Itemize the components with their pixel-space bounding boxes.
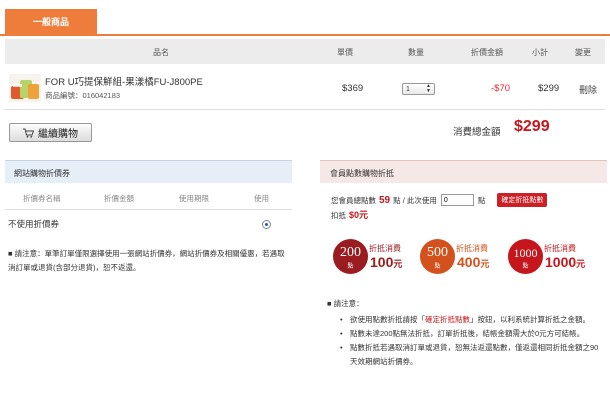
badge-unit: 點 [347,264,354,270]
continue-shopping-label: 繼續購物 [38,129,78,140]
confirm-points-button[interactable]: 確定折抵點數 [497,193,548,207]
coupon-note: ■ 請注意：單筆訂單僅限選擇使用一張網站折價券，網站折價券及相關優惠，若遇取消訂… [8,249,285,272]
note-highlight: 確定折抵點數 [425,315,470,324]
badge-points: 500 [427,245,448,260]
points-note-item: 欲使用點數折抵請按「確定折抵點數」按鈕，以利系統計算折抵之金額。 [338,313,604,327]
no-coupon-row: 不使用折價券 [5,213,292,233]
column-discount: 折價金額 [471,48,503,57]
no-coupon-label: 不使用折價券 [8,219,60,229]
points-badge-500: 500 點 折抵消費 400元 [420,239,502,274]
tab-bar: 一般商品 [0,0,610,36]
cart-item-row: FOR U巧提保鮮組-果漾橘FU-J800PE 商品編號：016042183 $… [5,66,605,110]
points-deduct-line: 扣抵 $0元 [331,208,368,221]
badge-value-unit: 元 [576,259,586,269]
badge-value: 1000元 [545,254,585,270]
unit-price: $369 [342,83,364,94]
deduct-amount: $0元 [349,210,369,220]
product-name[interactable]: FOR U巧提保鮮組-果漾橘FU-J800PE [45,74,203,88]
cart-table-header: 品名 單價 數量 折價金額 小計 變更 [5,39,605,64]
coupon-section-title: 網站購物折價券 [14,169,70,178]
badge-circle: 200 點 [333,239,368,274]
deduct-label: 扣抵 [331,211,346,220]
badge-label: 折抵消費 [456,244,488,253]
badge-value: 100元 [370,254,402,270]
column-price: 單價 [337,48,353,57]
column-name: 品名 [153,48,169,57]
coupon-col-amount: 折價金額 [104,194,134,203]
points-input[interactable] [440,194,474,206]
note-text: 欲使用點數折抵請按「 [350,315,425,324]
badge-value-number: 100 [370,254,394,270]
badge-value-unit: 元 [393,259,403,269]
badge-unit: 點 [522,264,529,270]
points-input-suffix: 點 [477,195,486,205]
badge-label: 折抵消費 [544,244,576,253]
tab-general-products[interactable]: 一般商品 [5,9,97,36]
badge-points: 1000 [513,246,538,260]
points-badge-200: 200 點 折抵消費 100元 [333,239,415,274]
points-usage-line: 您會員總點數 59 點 / 此次使用 點 確定折抵點數 [331,193,548,207]
quantity-value: 1 [406,85,410,93]
points-note-item: 點數折抵若遇取消訂單或退貨，恕無法返還點數，僅返還相同折抵金額之90天效期網站折… [338,341,604,369]
points-note-list: 欲使用點數折抵請按「確定折抵點數」按鈕，以利系統計算折抵之金額。 點數未達200… [338,313,604,369]
points-total-suffix: 點 / 此次使用 [393,195,437,205]
total-label: 消費總金額 [453,127,501,138]
chevron-updown-icon: ▲ ▼ [426,83,431,94]
badge-circle: 1000 點 [508,239,543,274]
coupon-table-header: 折價券名稱 折價金額 使用期限 使用 [5,183,292,210]
product-thumbnail[interactable] [9,74,41,102]
badge-value-unit: 元 [480,259,490,269]
coupon-col-use: 使用 [254,194,269,203]
points-note-item: 點數未達200點無法折抵，訂單折抵後，結帳金額需大於0元方可結帳。 [338,327,604,341]
coupon-col-name: 折價券名稱 [23,194,61,203]
points-section-header: 會員點數購物折抵 [320,160,607,183]
points-badge-1000: 1000 點 折抵消費 1000元 [508,239,604,274]
badge-label: 折抵消費 [369,244,401,253]
coupon-col-period: 使用期限 [179,194,209,203]
quantity-select[interactable]: 1 ▲ ▼ [402,83,435,95]
continue-shopping-button[interactable]: 繼續購物 [9,123,92,142]
points-total-prefix: 您會員總點數 [331,195,376,205]
discount-amount: -$70 [491,83,511,94]
product-code: 商品編號：016042183 [45,91,121,100]
column-change: 變更 [575,48,591,57]
column-subtotal: 小計 [532,48,548,57]
badge-value: 400元 [457,254,489,270]
points-section-title: 會員點數購物折抵 [330,169,394,178]
total-amount: $299 [514,118,550,135]
subtotal-amount: $299 [538,83,560,94]
badge-unit: 點 [434,264,441,270]
badge-circle: 500 點 [420,239,455,274]
column-qty: 數量 [408,48,424,57]
points-total-value: 59 [379,194,391,206]
badge-points: 200 [340,245,361,260]
points-note-title: ■ 請注意： [327,299,364,308]
note-text: 」按鈕，以利系統計算折抵之金額。 [470,315,590,324]
no-coupon-radio[interactable] [262,220,271,229]
badge-value-number: 1000 [545,254,577,270]
cart-icon [23,128,34,138]
coupon-section-header: 網站購物折價券 [5,160,292,183]
delete-link[interactable]: 刪除 [579,83,597,96]
badge-value-number: 400 [457,254,481,270]
